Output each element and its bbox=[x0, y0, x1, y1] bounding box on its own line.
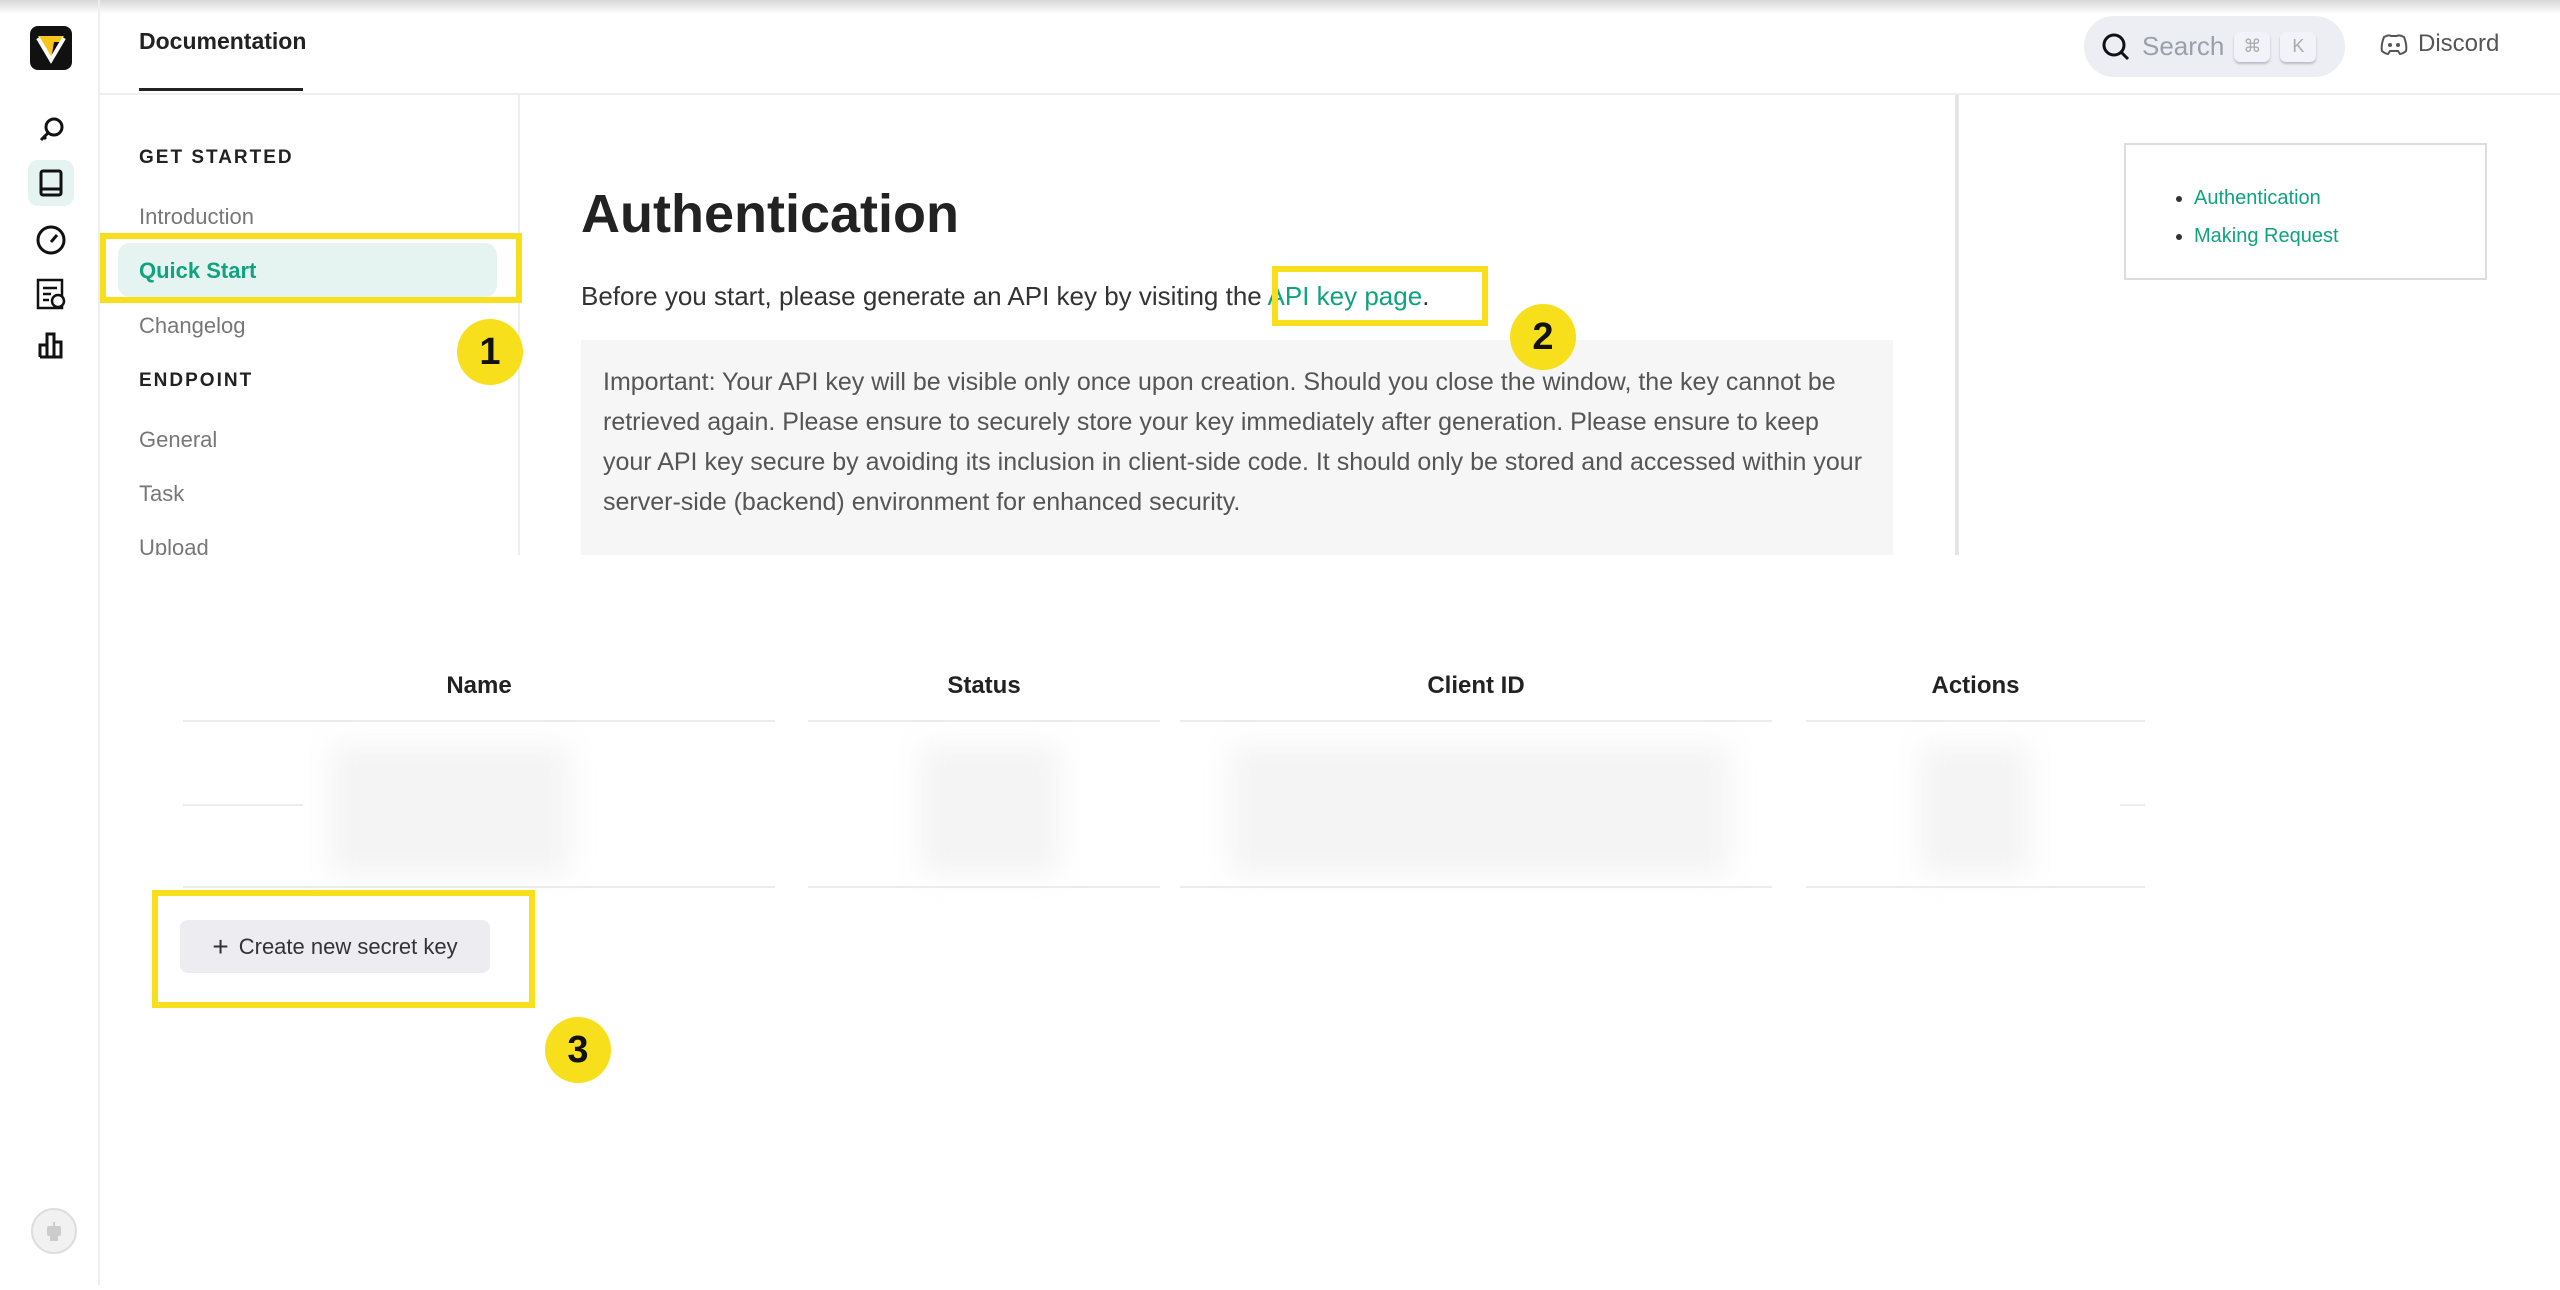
discord-icon bbox=[2380, 34, 2408, 55]
redacted-cell-name bbox=[330, 745, 570, 875]
nav-item-task[interactable]: Task bbox=[139, 481, 184, 507]
divider bbox=[1180, 720, 1772, 722]
annotation-badge-2: 2 bbox=[1510, 304, 1576, 370]
intro-text: Before you start, please generate an API… bbox=[581, 281, 1268, 311]
dashboard-gauge-icon[interactable] bbox=[28, 217, 74, 263]
search-icon[interactable] bbox=[28, 107, 74, 153]
icon-rail bbox=[0, 0, 100, 1285]
column-header-name: Name bbox=[446, 672, 512, 699]
annotation-badge-1: 1 bbox=[457, 319, 523, 385]
nav-item-changelog[interactable]: Changelog bbox=[139, 313, 245, 339]
column-header-client-id: Client ID bbox=[1427, 672, 1525, 699]
nav-section-endpoint: ENDPOINT bbox=[139, 370, 254, 391]
page-title: Authentication bbox=[581, 184, 959, 244]
toc-item-making-request[interactable]: Making Request bbox=[2194, 217, 2485, 255]
robot-avatar[interactable] bbox=[31, 1208, 77, 1254]
column-header-status: Status bbox=[947, 672, 1021, 699]
book-icon[interactable] bbox=[28, 160, 74, 206]
nav-item-introduction[interactable]: Introduction bbox=[139, 204, 254, 230]
important-note: Important: Your API key will be visible … bbox=[581, 340, 1893, 555]
divider bbox=[1180, 886, 1772, 888]
divider bbox=[808, 886, 1160, 888]
search-icon bbox=[2102, 33, 2130, 60]
redacted-cell-actions bbox=[1920, 745, 2030, 875]
discord-label: Discord bbox=[2418, 30, 2500, 57]
table-of-contents: Authentication Making Request bbox=[2124, 143, 2487, 280]
task-schedule-icon[interactable] bbox=[28, 270, 74, 316]
content-scrollbar[interactable] bbox=[1955, 95, 1959, 555]
shortcut-key-k: K bbox=[2280, 31, 2317, 62]
nav-item-general[interactable]: General bbox=[139, 427, 217, 453]
docs-sidebar: GET STARTED Introduction Quick Start Cha… bbox=[100, 95, 520, 555]
redacted-cell-status bbox=[920, 745, 1060, 875]
bar-chart-icon[interactable] bbox=[28, 322, 74, 368]
annotation-badge-3: 3 bbox=[545, 1017, 611, 1083]
active-tab-underline bbox=[139, 88, 303, 91]
search-placeholder: Search bbox=[2142, 31, 2225, 61]
search-button[interactable]: Search ⌘ K bbox=[2084, 16, 2345, 77]
annotation-box-3 bbox=[152, 890, 535, 1008]
divider bbox=[183, 886, 775, 888]
discord-link[interactable]: Discord bbox=[2380, 30, 2499, 58]
divider bbox=[808, 720, 1160, 722]
divider bbox=[183, 720, 775, 722]
nav-section-get-started: GET STARTED bbox=[139, 147, 294, 168]
divider bbox=[2120, 804, 2145, 806]
annotation-box-2 bbox=[1272, 266, 1488, 326]
divider bbox=[183, 804, 303, 806]
divider bbox=[1806, 720, 2145, 722]
tab-documentation[interactable]: Documentation bbox=[139, 28, 306, 55]
redacted-cell-client-id bbox=[1230, 745, 1730, 875]
brand-logo[interactable] bbox=[30, 26, 72, 70]
annotation-box-1 bbox=[100, 233, 522, 303]
nav-item-upload[interactable]: Upload bbox=[139, 535, 209, 555]
shortcut-key-cmd: ⌘ bbox=[2234, 31, 2271, 62]
column-header-actions: Actions bbox=[1931, 672, 2020, 699]
toc-item-authentication[interactable]: Authentication bbox=[2194, 179, 2485, 217]
divider bbox=[1806, 886, 2145, 888]
